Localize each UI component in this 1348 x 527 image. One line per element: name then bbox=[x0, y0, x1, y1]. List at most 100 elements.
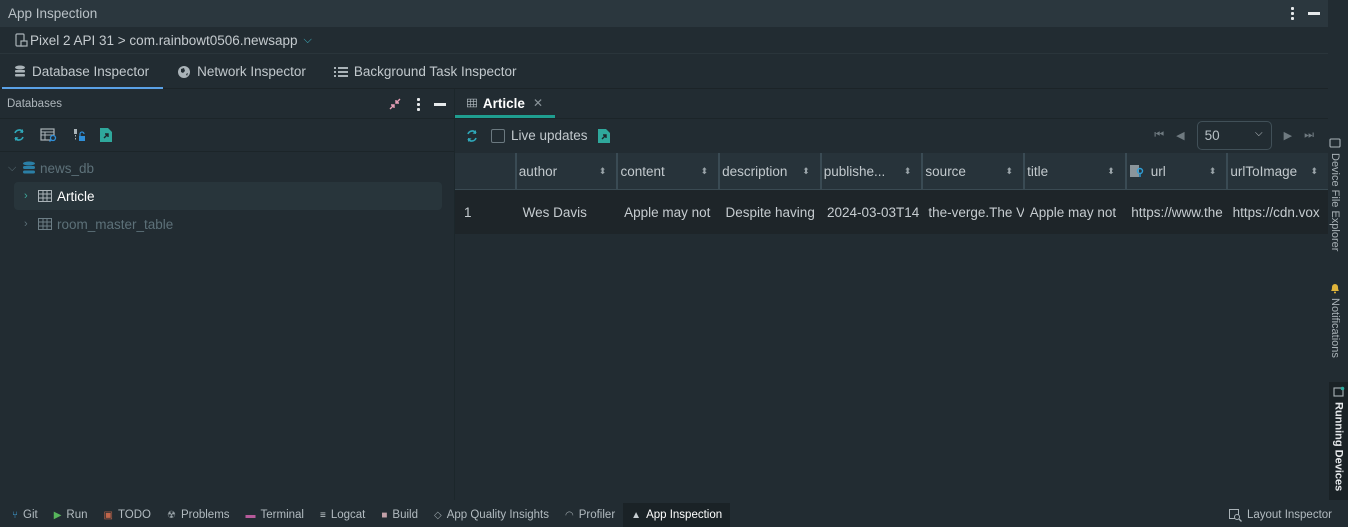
close-icon[interactable]: ✕ bbox=[533, 96, 543, 110]
more-options-icon[interactable] bbox=[1290, 7, 1294, 20]
more-options-icon[interactable] bbox=[416, 97, 420, 111]
sort-icon[interactable]: ⬍ bbox=[1311, 166, 1319, 176]
tool-problems[interactable]: ☢ Problems bbox=[159, 503, 238, 527]
tool-label: Logcat bbox=[330, 509, 366, 521]
table-cell[interactable]: Wes Davis bbox=[517, 190, 618, 234]
column-header[interactable]: urlToImage ⬍ bbox=[1226, 153, 1328, 189]
page-size-select[interactable]: 50 ⌵ bbox=[1196, 121, 1272, 150]
table-cell[interactable]: 2024-03-03T14 bbox=[821, 190, 922, 234]
tab-label: Background Task Inspector bbox=[353, 64, 517, 79]
table-name: Article bbox=[57, 188, 95, 204]
chevron-down-icon[interactable]: ⌵ bbox=[304, 34, 312, 47]
tool-buttons: ⑂ Git ▶ Run ▣ TODO ☢ Problems ▬ Terminal ≡ Logcat ■ B… bbox=[0, 503, 731, 527]
tool-terminal[interactable]: ▬ Terminal bbox=[238, 503, 312, 527]
chevron-down-icon[interactable]: ⌵ bbox=[8, 162, 22, 175]
tool-window-title-bar: App Inspection bbox=[0, 0, 1328, 27]
tool-profiler[interactable]: ◠ Profiler bbox=[557, 503, 623, 527]
table-cell[interactable]: https://cdn.vox bbox=[1227, 190, 1328, 234]
first-page-icon[interactable]: ⏮ bbox=[1154, 129, 1164, 142]
column-header[interactable]: description ⬍ bbox=[718, 153, 820, 189]
column-header[interactable]: author ⬍ bbox=[514, 153, 617, 189]
query-table-icon[interactable] bbox=[40, 128, 58, 142]
table-view-panel: Article ✕ Live updates ⏮ ◀ 50 ⌵ ▶ ⏭ auth… bbox=[455, 89, 1328, 500]
sort-icon[interactable]: ⬍ bbox=[701, 166, 709, 176]
tab-background-task-inspector[interactable]: Background Task Inspector bbox=[320, 55, 531, 88]
table-cell[interactable]: Apple may not bbox=[618, 190, 719, 234]
column-header[interactable]: content ⬍ bbox=[616, 153, 718, 189]
diamond-icon: ◇ bbox=[434, 509, 442, 521]
last-page-icon[interactable]: ⏭ bbox=[1304, 129, 1314, 142]
tab-label: Database Inspector bbox=[32, 64, 150, 79]
column-header[interactable]: url ⬍ bbox=[1124, 153, 1227, 189]
export-icon[interactable] bbox=[597, 128, 610, 143]
tool-label: App Quality Insights bbox=[446, 509, 549, 521]
database-icon bbox=[23, 161, 35, 174]
tool-label: App Inspection bbox=[646, 509, 723, 521]
sort-icon[interactable]: ⬍ bbox=[904, 166, 912, 176]
table-toolbar: Live updates ⏮ ◀ 50 ⌵ ▶ ⏭ bbox=[455, 119, 1328, 152]
terminal-icon: ▬ bbox=[245, 509, 256, 521]
gauge-icon: ◠ bbox=[564, 509, 574, 521]
tool-run[interactable]: ▶ Run bbox=[46, 503, 96, 527]
databases-toolbar bbox=[0, 119, 454, 152]
table-cell[interactable]: Despite having bbox=[720, 190, 821, 234]
previous-page-icon[interactable]: ◀ bbox=[1176, 129, 1184, 142]
next-page-icon[interactable]: ▶ bbox=[1284, 129, 1292, 142]
run-icon: ▶ bbox=[53, 509, 62, 521]
keep-connection-open-icon[interactable] bbox=[72, 128, 86, 142]
chevron-right-icon[interactable]: › bbox=[24, 218, 38, 230]
inspector-tabs: Database Inspector Network Inspector Bac… bbox=[0, 55, 1328, 89]
tool-git[interactable]: ⑂ Git bbox=[4, 503, 46, 527]
panel-title: Databases bbox=[7, 97, 62, 110]
process-selector[interactable]: Pixel 2 API 31 > com.rainbowt0506.newsap… bbox=[0, 27, 1328, 54]
table-cell[interactable]: the-verge.The V bbox=[922, 190, 1023, 234]
refresh-icon[interactable] bbox=[465, 129, 479, 143]
tab-article[interactable]: Article ✕ bbox=[455, 88, 555, 118]
minimize-icon[interactable] bbox=[1308, 12, 1320, 15]
pagination: ⏮ ◀ 50 ⌵ ▶ ⏭ bbox=[1154, 119, 1314, 152]
tool-logcat[interactable]: ≡ Logcat bbox=[312, 503, 373, 527]
tab-database-inspector[interactable]: Database Inspector bbox=[0, 55, 164, 89]
column-name: title bbox=[1027, 163, 1049, 179]
hide-panel-icon[interactable] bbox=[434, 102, 446, 106]
tool-build[interactable]: ■ Build bbox=[373, 503, 426, 527]
export-icon[interactable] bbox=[100, 128, 112, 142]
inspector-icon: ▲ bbox=[631, 509, 642, 521]
sort-icon[interactable]: ⬍ bbox=[802, 166, 810, 176]
column-header[interactable]: title ⬍ bbox=[1023, 153, 1125, 189]
tool-label: TODO bbox=[117, 509, 151, 521]
sort-icon[interactable]: ⬍ bbox=[1006, 166, 1014, 176]
sort-icon[interactable]: ⬍ bbox=[1209, 166, 1217, 176]
tool-app-inspection[interactable]: ▲ App Inspection bbox=[623, 503, 731, 527]
tab-network-inspector[interactable]: Network Inspector bbox=[163, 55, 320, 88]
tree-item-table[interactable]: › Article bbox=[14, 182, 442, 210]
tree-item-table[interactable]: › room_master_table bbox=[14, 210, 442, 238]
tool-notifications[interactable]: Notifications bbox=[1329, 282, 1341, 358]
globe-icon bbox=[178, 65, 191, 78]
column-name: source bbox=[925, 163, 966, 179]
row-index-header bbox=[455, 153, 515, 189]
sort-icon[interactable]: ⬍ bbox=[599, 166, 607, 176]
tree-item-database[interactable]: ⌵ news_db bbox=[0, 154, 454, 182]
tool-todo[interactable]: ▣ TODO bbox=[96, 503, 159, 527]
tool-running-devices[interactable]: Running Devices bbox=[1329, 382, 1348, 500]
logcat-icon: ≡ bbox=[320, 509, 326, 521]
column-header[interactable]: source ⬍ bbox=[921, 153, 1023, 189]
refresh-icon[interactable] bbox=[12, 128, 26, 142]
table-row[interactable]: 1 Wes Davis Apple may not Despite having 202… bbox=[455, 190, 1328, 234]
column-header[interactable]: publishe... ⬍ bbox=[819, 153, 922, 189]
bottom-tool-bar: ⑂ Git ▶ Run ▣ TODO ☢ Problems ▬ Terminal ≡ Logcat ■ B… bbox=[0, 503, 1348, 527]
collapse-icon[interactable] bbox=[388, 97, 402, 111]
tool-app-quality-insights[interactable]: ◇ App Quality Insights bbox=[426, 503, 557, 527]
table-cell[interactable]: Apple may not bbox=[1024, 190, 1125, 234]
page-size-value: 50 bbox=[1204, 128, 1220, 143]
tool-layout-inspector[interactable]: Layout Inspector bbox=[1228, 503, 1332, 527]
tool-device-file-explorer[interactable]: Device File Explorer bbox=[1329, 137, 1341, 251]
sort-icon[interactable]: ⬍ bbox=[1107, 166, 1115, 176]
databases-panel: Databases ⌵ news_db › Article › room_mas… bbox=[0, 89, 455, 500]
table-icon bbox=[467, 98, 477, 108]
table-cell[interactable]: https://www.the bbox=[1125, 190, 1226, 234]
live-updates-checkbox[interactable] bbox=[491, 128, 505, 143]
chevron-right-icon[interactable]: › bbox=[24, 190, 38, 202]
table-icon bbox=[38, 218, 52, 230]
